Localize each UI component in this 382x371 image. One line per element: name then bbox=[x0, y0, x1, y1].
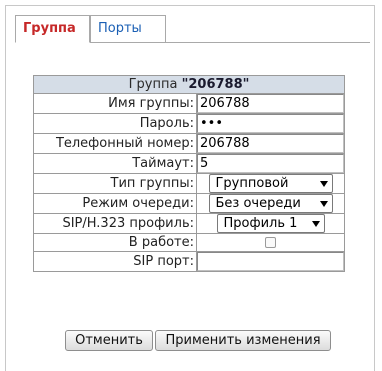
timeout-label: Таймаут: bbox=[33, 153, 197, 174]
row-sip-port: SIP порт: bbox=[33, 251, 345, 272]
tab-group[interactable]: Группа bbox=[15, 15, 90, 43]
chevron-down-icon bbox=[311, 221, 320, 227]
form-header-value: "206788" bbox=[181, 77, 250, 92]
row-group-type: Тип группы: Групповой bbox=[33, 173, 345, 194]
in-service-checkbox[interactable] bbox=[265, 237, 276, 248]
sip-port-input[interactable] bbox=[197, 252, 344, 271]
group-type-label: Тип группы: bbox=[33, 173, 197, 194]
sip-port-label: SIP порт: bbox=[33, 251, 197, 272]
group-name-label: Имя группы: bbox=[33, 93, 197, 114]
group-name-input[interactable] bbox=[197, 94, 344, 113]
phone-input[interactable] bbox=[197, 134, 344, 153]
row-in-service: В работе: bbox=[33, 233, 345, 252]
row-sip-profile: SIP/H.323 профиль: Профиль 1 bbox=[33, 213, 345, 234]
form-header: Группа "206788" bbox=[33, 75, 345, 94]
cancel-button[interactable]: Отменить bbox=[65, 330, 153, 351]
sip-profile-value: Профиль 1 bbox=[223, 216, 298, 231]
group-type-value: Групповой bbox=[215, 176, 289, 191]
form-header-label: Группа bbox=[128, 77, 178, 92]
queue-mode-label: Режим очереди: bbox=[33, 193, 197, 214]
apply-changes-button[interactable]: Применить изменения bbox=[155, 330, 331, 351]
row-timeout: Таймаут: bbox=[33, 153, 345, 174]
tab-ports[interactable]: Порты bbox=[90, 15, 166, 43]
phone-label: Телефонный номер: bbox=[33, 133, 197, 154]
form-header-row: Группа "206788" bbox=[33, 75, 345, 94]
row-phone: Телефонный номер: bbox=[33, 133, 345, 154]
row-group-name: Имя группы: bbox=[33, 93, 345, 114]
chevron-down-icon bbox=[319, 181, 328, 187]
chevron-down-icon bbox=[319, 201, 328, 207]
timeout-input[interactable] bbox=[197, 154, 344, 173]
sip-profile-label: SIP/H.323 профиль: bbox=[33, 213, 197, 234]
in-service-label: В работе: bbox=[33, 233, 197, 252]
sip-profile-select[interactable]: Профиль 1 bbox=[216, 214, 325, 233]
tab-bar: Группа Порты bbox=[15, 15, 370, 43]
password-input[interactable] bbox=[197, 114, 344, 133]
group-form: Группа "206788" Имя группы: Пароль: Теле… bbox=[33, 75, 345, 272]
row-password: Пароль: bbox=[33, 113, 345, 134]
row-queue-mode: Режим очереди: Без очереди bbox=[33, 193, 345, 214]
queue-mode-value: Без очереди bbox=[215, 196, 301, 211]
password-label: Пароль: bbox=[33, 113, 197, 134]
group-type-select[interactable]: Групповой bbox=[208, 174, 333, 193]
queue-mode-select[interactable]: Без очереди bbox=[208, 194, 333, 213]
